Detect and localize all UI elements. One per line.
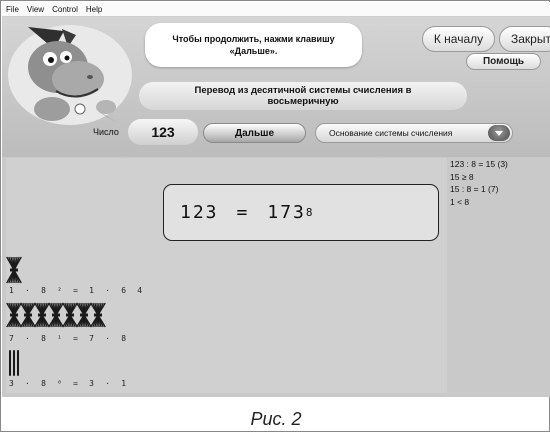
result-box: 123 = 173 8 (163, 184, 439, 241)
lesson-title: Перевод из десятичной системы счисления … (139, 82, 467, 110)
figure-caption: Рис. 2 (250, 409, 302, 429)
base-select[interactable]: Основание системы счисления (315, 123, 513, 143)
hint-bubble: Чтобы продолжить, нажми клавишу «Дальше»… (145, 23, 362, 67)
result-base: 8 (305, 206, 313, 219)
stick-bundle-icon (90, 302, 106, 328)
work-area: 123 = 173 8 1 · 8 ² = 1 · 6 4 7 · 8 ¹ = … (6, 158, 447, 393)
menu-help[interactable]: Help (86, 5, 102, 14)
result-octal: 173 (267, 202, 306, 223)
sticks-row-1 (9, 350, 19, 376)
formula-row-1: 3 · 8 ⁰ = 3 · 1 (9, 379, 130, 388)
menu-bar: File View Control Help (2, 2, 550, 17)
stick-bundle-icon (6, 256, 22, 284)
formula-row-64: 1 · 8 ² = 1 · 6 4 (9, 286, 146, 295)
stick-bundle-icon (20, 302, 36, 328)
menu-view[interactable]: View (27, 5, 44, 14)
division-step: 15 : 8 = 1 (7) (450, 184, 499, 194)
stick-bundle-icon (62, 302, 78, 328)
hippo-mascot-icon (8, 25, 132, 125)
number-field[interactable]: 123 (128, 119, 198, 145)
division-step: 1 < 8 (450, 196, 470, 207)
stick-bundle-icon (6, 302, 22, 328)
result-equals: = (236, 202, 250, 223)
sticks-row-64 (6, 256, 22, 284)
menu-file[interactable]: File (6, 5, 19, 14)
application-window: File View Control Help Чтобы продолжить,… (0, 0, 550, 432)
help-button[interactable]: Помощь (466, 53, 541, 70)
division-step: 15 ≥ 8 (450, 171, 474, 182)
stick-bundle-icon (34, 302, 50, 328)
close-button[interactable]: Закрыть (499, 26, 550, 52)
division-step: 123 : 8 = 15 (3) (450, 159, 508, 169)
stick-bundle-icon (48, 302, 64, 328)
number-label: Число (93, 127, 119, 137)
sticks-row-8 (6, 302, 106, 328)
chevron-down-icon[interactable] (488, 125, 510, 141)
next-button[interactable]: Дальше (203, 123, 306, 143)
formula-row-8: 7 · 8 ¹ = 7 · 8 (9, 334, 130, 343)
division-steps: 123 : 8 = 15 (3) 15 ≥ 8 15 : 8 = 1 (7) 1… (450, 158, 548, 208)
stick-bundle-icon (76, 302, 92, 328)
menu-control[interactable]: Control (52, 5, 78, 14)
base-select-value: Основание системы счисления (329, 128, 453, 138)
home-button[interactable]: К началу (422, 26, 495, 52)
result-decimal: 123 (180, 202, 219, 223)
